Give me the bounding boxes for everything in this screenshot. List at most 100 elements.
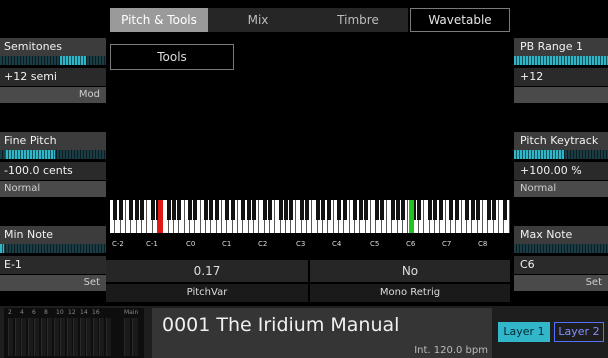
black-key[interactable] <box>438 200 443 220</box>
mixer-main-label: Main <box>124 309 139 316</box>
black-key[interactable] <box>140 200 144 220</box>
mixer-scale-label: 6 <box>32 309 36 316</box>
black-key[interactable] <box>134 200 139 220</box>
black-key[interactable] <box>268 200 272 220</box>
mixer-scale-label: 10 <box>56 309 64 316</box>
semitones-mode[interactable]: Mod <box>0 87 106 103</box>
black-key[interactable] <box>486 200 491 220</box>
black-key[interactable] <box>342 200 347 220</box>
black-key[interactable] <box>326 200 331 220</box>
black-key[interactable] <box>129 200 134 220</box>
black-key[interactable] <box>118 200 123 220</box>
min-note-meter[interactable] <box>0 244 106 253</box>
black-key[interactable] <box>252 200 256 220</box>
max-note-mode[interactable]: Set <box>514 275 608 291</box>
black-key[interactable] <box>188 200 192 220</box>
black-key[interactable] <box>214 200 219 220</box>
semitones-value[interactable]: +12 semi <box>0 68 106 86</box>
black-key[interactable] <box>449 200 454 220</box>
pitch-keytrack-value[interactable]: +100.00 % <box>514 162 608 180</box>
black-key[interactable] <box>374 200 379 220</box>
pitch-var-value-box[interactable]: 0.17 <box>106 260 308 282</box>
mixer-channel-meter <box>79 318 85 356</box>
mono-retrig-value-box[interactable]: No <box>310 260 510 282</box>
black-key[interactable] <box>502 200 507 220</box>
octave-label: C2 <box>258 240 268 248</box>
black-key[interactable] <box>321 200 326 220</box>
black-key[interactable] <box>166 200 171 220</box>
preset-display[interactable]: 0001 The Iridium Manual Int. 120.0 bpm <box>152 308 492 358</box>
black-key[interactable] <box>396 200 400 220</box>
max-note-meter[interactable] <box>514 244 608 253</box>
black-key[interactable] <box>433 200 438 220</box>
pb-range-meter[interactable] <box>514 56 608 65</box>
octave-label: C1 <box>222 240 232 248</box>
fine-pitch-value[interactable]: -100.0 cents <box>0 162 106 180</box>
pb-range-empty <box>514 87 608 103</box>
black-key[interactable] <box>230 200 235 220</box>
black-key[interactable] <box>364 200 368 220</box>
min-note-value[interactable]: E-1 <box>0 256 106 274</box>
black-key[interactable] <box>172 200 176 220</box>
black-key[interactable] <box>278 200 283 220</box>
octave-label: C7 <box>442 240 452 248</box>
black-key[interactable] <box>262 200 267 220</box>
black-key[interactable] <box>177 200 182 220</box>
black-key[interactable] <box>353 200 358 220</box>
max-note-marker <box>408 200 414 233</box>
tab-pitch-tools[interactable]: Pitch & Tools <box>110 8 208 32</box>
octave-label: C8 <box>478 240 488 248</box>
black-key[interactable] <box>380 200 384 220</box>
black-key[interactable] <box>241 200 246 220</box>
pb-range-value[interactable]: +12 <box>514 68 608 86</box>
max-note-value[interactable]: C6 <box>514 256 608 274</box>
tab-wavetable[interactable]: Wavetable <box>410 8 510 32</box>
black-key[interactable] <box>476 200 480 220</box>
layer-2-button[interactable]: Layer 2 <box>554 322 604 342</box>
black-key[interactable] <box>284 200 288 220</box>
black-key[interactable] <box>209 200 214 220</box>
black-key[interactable] <box>300 200 304 220</box>
black-key[interactable] <box>289 200 294 220</box>
mixer-meters[interactable]: 2 4 6 8 10 12 14 16 Main <box>4 308 144 358</box>
black-key[interactable] <box>401 200 406 220</box>
black-key[interactable] <box>305 200 310 220</box>
semitones-header: Semitones <box>0 38 106 56</box>
layer-1-button[interactable]: Layer 1 <box>498 322 550 342</box>
black-key[interactable] <box>358 200 363 220</box>
black-key[interactable] <box>113 200 118 220</box>
mixer-channel-meter <box>53 318 59 356</box>
black-key[interactable] <box>390 200 395 220</box>
black-key[interactable] <box>428 200 432 220</box>
tab-mix[interactable]: Mix <box>208 8 308 32</box>
black-key[interactable] <box>204 200 208 220</box>
black-key[interactable] <box>465 200 470 220</box>
black-key[interactable] <box>225 200 230 220</box>
tempo-readout: Int. 120.0 bpm <box>414 345 488 356</box>
pitch-keytrack-mode[interactable]: Normal <box>514 181 608 197</box>
octave-label: C0 <box>186 240 196 248</box>
black-key[interactable] <box>417 200 422 220</box>
black-key[interactable] <box>246 200 251 220</box>
octave-label: C3 <box>296 240 306 248</box>
pitch-var-label: PitchVar <box>106 284 308 302</box>
mixer-channel-meter <box>92 318 98 356</box>
black-key[interactable] <box>337 200 342 220</box>
octave-label: C6 <box>406 240 416 248</box>
pitch-var-value: 0.17 <box>193 264 221 278</box>
fine-pitch-mode[interactable]: Normal <box>0 181 106 197</box>
black-key[interactable] <box>316 200 320 220</box>
min-note-mode[interactable]: Set <box>0 275 106 291</box>
semitones-meter[interactable] <box>0 56 106 65</box>
black-key[interactable] <box>470 200 475 220</box>
pitch-keytrack-meter[interactable] <box>514 150 608 159</box>
black-key[interactable] <box>193 200 198 220</box>
black-key[interactable] <box>492 200 496 220</box>
tab-timbre[interactable]: Timbre <box>308 8 408 32</box>
min-note-header: Min Note <box>0 226 106 244</box>
black-key[interactable] <box>150 200 155 220</box>
piano-keyboard[interactable] <box>110 200 510 233</box>
tools-button[interactable]: Tools <box>110 44 234 70</box>
fine-pitch-meter[interactable] <box>0 150 106 159</box>
black-key[interactable] <box>454 200 459 220</box>
